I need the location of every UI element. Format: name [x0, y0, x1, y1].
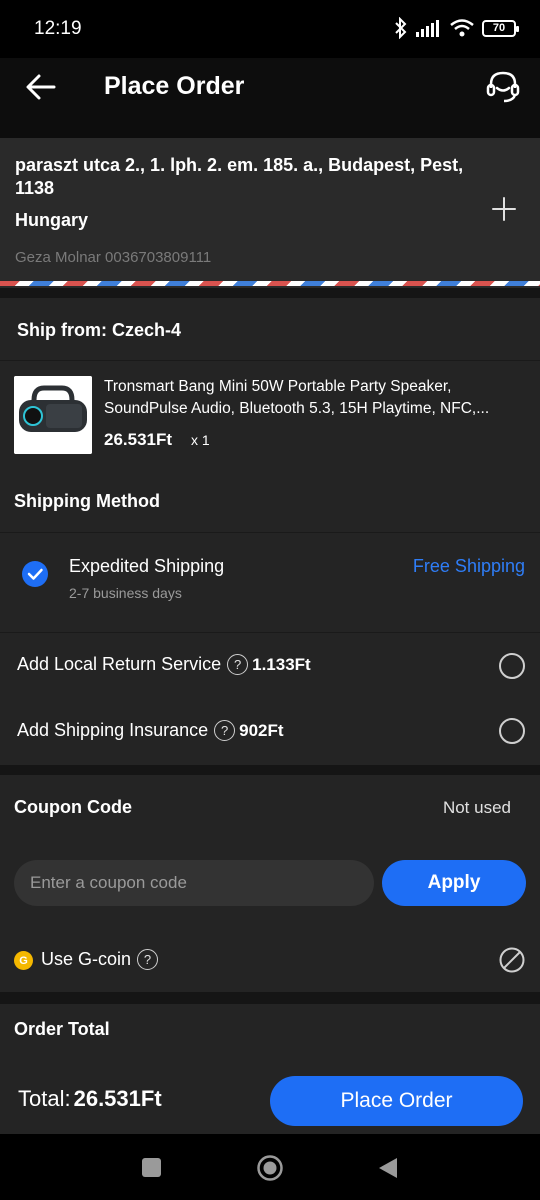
product-title[interactable]: Tronsmart Bang Mini 50W Portable Party S… — [104, 376, 529, 420]
shipping-address-card[interactable]: paraszt utca 2., 1. lph. 2. em. 185. a.,… — [0, 138, 540, 288]
ship-from-label: Ship from: Czech-4 — [17, 320, 182, 340]
place-order-button[interactable]: Place Order — [270, 1076, 523, 1126]
local-return-radio[interactable] — [499, 653, 525, 679]
checkmark-icon[interactable] — [22, 561, 48, 587]
gcoin-icon: G — [14, 951, 33, 970]
page-title: Place Order — [104, 72, 245, 100]
shipping-method-heading: Shipping Method — [14, 491, 160, 511]
shipping-insurance-radio[interactable] — [499, 718, 525, 744]
help-icon[interactable]: ? — [227, 654, 249, 675]
bluetooth-icon — [395, 17, 407, 39]
product-price: 26.531Ft — [104, 430, 173, 449]
system-nav-bar — [0, 1134, 540, 1200]
product-image[interactable] — [14, 376, 92, 454]
total-label: Total: — [18, 1086, 71, 1111]
home-icon[interactable] — [256, 1154, 284, 1182]
shipping-insurance-price: 902Ft — [239, 720, 284, 740]
status-bar: 12:19 70 — [0, 0, 540, 58]
shipping-price: Free Shipping — [412, 556, 525, 576]
address-country: Hungary — [15, 210, 89, 230]
coupon-card: Coupon Code Not used Apply G Use G-coin … — [0, 775, 540, 992]
shipping-method-name: Expedited Shipping — [69, 556, 225, 576]
app-bar: Place Order — [0, 58, 540, 138]
order-total-heading: Order Total — [14, 1019, 110, 1039]
address-contact: Geza Molnar 0036703809111 — [15, 249, 212, 266]
recent-apps-icon[interactable] — [142, 1158, 161, 1177]
coupon-heading: Coupon Code — [14, 797, 132, 817]
disabled-icon[interactable] — [499, 947, 525, 973]
airmail-border — [0, 281, 540, 286]
wifi-icon — [450, 19, 474, 37]
help-icon[interactable]: ? — [214, 720, 236, 741]
back-triangle-icon[interactable] — [377, 1156, 399, 1180]
headset-support-icon[interactable] — [484, 68, 522, 106]
shipping-insurance-label: Add Shipping Insurance — [17, 720, 209, 740]
local-return-label: Add Local Return Service — [17, 654, 222, 674]
status-time: 12:19 — [34, 18, 82, 39]
shipping-days: 2-7 business days — [69, 585, 182, 601]
order-total-card: Order Total Total: 26.531Ft Place Order — [0, 1004, 540, 1134]
address-line: paraszt utca 2., 1. lph. 2. em. 185. a.,… — [15, 155, 464, 198]
help-icon[interactable]: ? — [137, 949, 159, 970]
order-item-card: Ship from: Czech-4 Tronsmart Bang Mini 5… — [0, 298, 540, 765]
speaker-image — [14, 376, 92, 454]
plus-icon[interactable] — [490, 195, 518, 223]
signal-icon — [416, 20, 439, 37]
gcoin-label: Use G-coin — [41, 949, 132, 969]
coupon-status[interactable]: Not used — [443, 798, 511, 818]
total-summary: Total: 26.531Ft — [18, 1086, 162, 1112]
back-arrow-icon[interactable] — [24, 72, 58, 102]
product-quantity: x 1 — [191, 432, 210, 448]
status-icons: 70 — [394, 17, 519, 39]
battery-icon: 70 — [482, 19, 519, 37]
apply-button[interactable]: Apply — [382, 860, 526, 906]
total-value: 26.531Ft — [73, 1086, 162, 1111]
local-return-price: 1.133Ft — [252, 654, 311, 674]
coupon-input[interactable] — [14, 860, 374, 906]
